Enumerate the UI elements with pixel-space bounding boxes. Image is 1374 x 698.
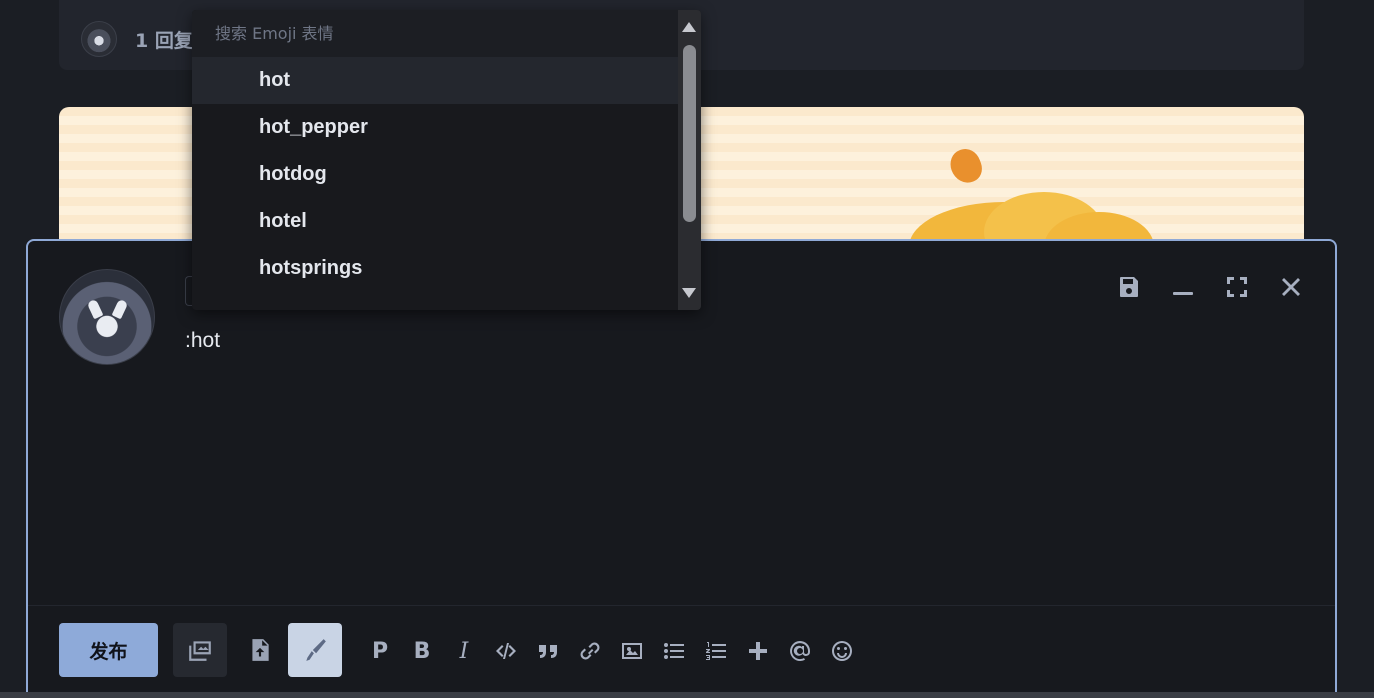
emoji-option[interactable]: hot_pepper [192, 104, 678, 151]
scrollbar-thumb[interactable] [683, 45, 696, 222]
close-icon[interactable] [1277, 273, 1305, 301]
scroll-down-arrow[interactable] [682, 288, 696, 298]
save-icon[interactable] [1115, 273, 1143, 301]
emoji-option[interactable]: hotsprings [192, 245, 678, 292]
emoji-list: hot hot_pepper hotdog hotel hotsprings [192, 57, 678, 292]
bold-button[interactable]: B [407, 636, 437, 666]
avatar-horn [86, 298, 104, 320]
images-icon[interactable] [173, 623, 227, 677]
scroll-up-arrow[interactable] [682, 22, 696, 32]
numbered-list-icon[interactable] [701, 636, 731, 666]
emoji-option[interactable]: hotel [192, 198, 678, 245]
avatar[interactable] [81, 21, 117, 57]
paragraph-button[interactable]: P [365, 636, 395, 666]
image-icon[interactable] [617, 636, 647, 666]
minimize-icon[interactable] [1169, 273, 1197, 301]
bullet-list-icon[interactable] [659, 636, 689, 666]
italic-button[interactable]: I [449, 636, 479, 666]
quote-icon[interactable] [533, 636, 563, 666]
emoji-option[interactable]: hotdog [192, 151, 678, 198]
avatar-horn [111, 298, 129, 320]
emoji-option[interactable]: hot [192, 57, 678, 104]
plus-icon[interactable] [743, 636, 773, 666]
fullscreen-icon[interactable] [1223, 273, 1251, 301]
leaf-shape [946, 144, 986, 188]
link-icon[interactable] [575, 636, 605, 666]
emoji-search-input[interactable] [192, 10, 678, 57]
composer-toolbar: 发布 P B I [28, 605, 1335, 698]
mention-icon[interactable] [785, 636, 815, 666]
avatar [59, 269, 155, 365]
pen-icon[interactable] [288, 623, 342, 677]
code-icon[interactable] [491, 636, 521, 666]
emoji-icon[interactable] [827, 636, 857, 666]
emoji-autocomplete: hot hot_pepper hotdog hotel hotsprings [192, 10, 701, 310]
reply-count[interactable]: 1 回复 [135, 26, 193, 53]
format-buttons: P B I [365, 636, 857, 666]
page: 1 回复 :hot 发布 P B I 搜索 Emoji 表情 hot hot_p… [0, 0, 1374, 698]
composer-controls [1115, 273, 1305, 301]
horizontal-scrollbar[interactable] [0, 692, 1374, 698]
scrollbar[interactable] [678, 10, 701, 310]
publish-button[interactable]: 发布 [59, 623, 158, 677]
editor-textarea[interactable]: :hot [185, 329, 220, 353]
upload-file-icon[interactable] [233, 623, 287, 677]
